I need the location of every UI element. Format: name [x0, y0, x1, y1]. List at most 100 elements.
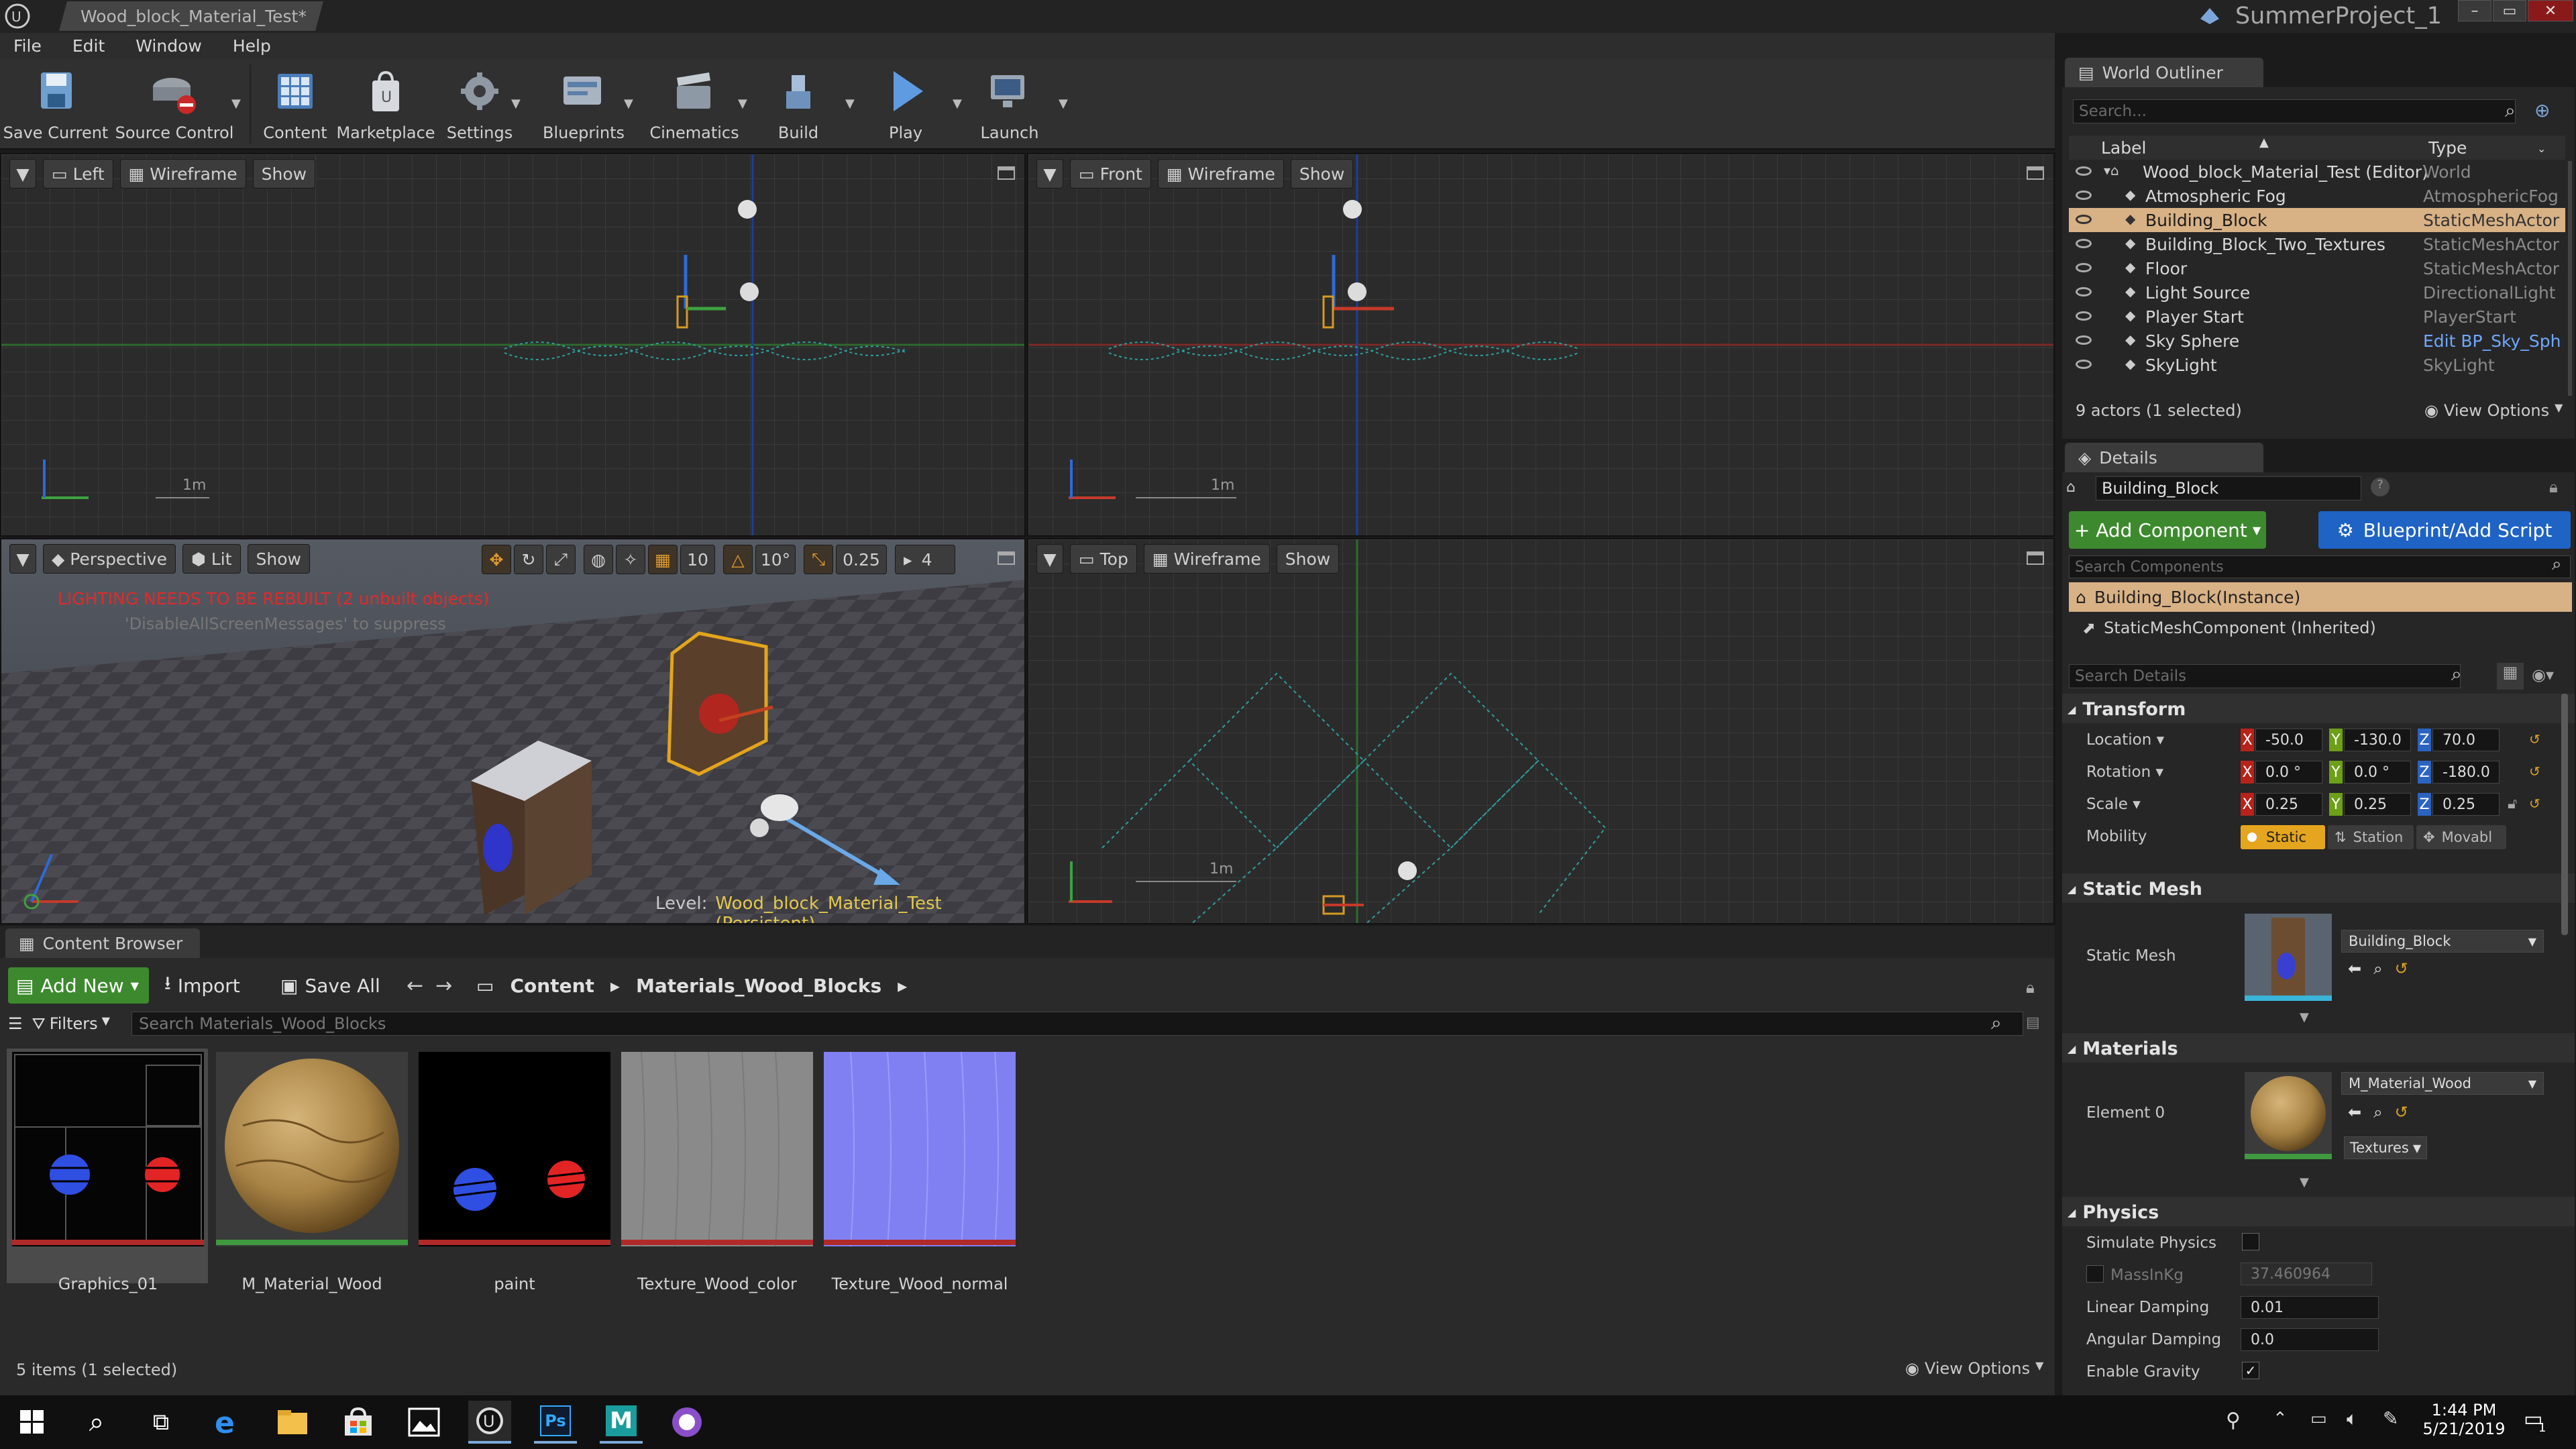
- viewport-options-button[interactable]: ▼: [9, 159, 36, 189]
- view-mode-button[interactable]: ▦ Wireframe: [119, 159, 246, 189]
- visibility-eye-icon[interactable]: [2076, 360, 2092, 369]
- viewport-perspective[interactable]: ▼ ◆ Perspective ⬢ Lit Show ✥ ↻ ⤢ ◍ ✧ ▦ 10 …: [0, 538, 1026, 924]
- show-button[interactable]: Show: [1290, 159, 1354, 189]
- content-view-options-button[interactable]: ◉ View Options ▼: [1905, 1359, 2043, 1378]
- people-icon[interactable]: ⚲: [2226, 1409, 2241, 1432]
- marketplace-button[interactable]: U Marketplace: [336, 64, 435, 145]
- search-icon[interactable]: ⌕: [2552, 554, 2562, 575]
- visibility-options-icon[interactable]: ◉▾: [2532, 665, 2554, 684]
- scale-snap-value[interactable]: 0.25: [836, 545, 887, 574]
- viewport-options-button[interactable]: ▼: [1036, 544, 1063, 574]
- view-type-button[interactable]: ▭ Left: [43, 159, 113, 189]
- outliner-row[interactable]: ◆ Player Start PlayerStart: [2069, 305, 2565, 329]
- material-thumbnail[interactable]: [2245, 1072, 2332, 1159]
- use-selected-arrow-icon[interactable]: ⬅: [2348, 1103, 2361, 1122]
- volume-icon[interactable]: 🔈︎: [2347, 1407, 2358, 1430]
- content-button[interactable]: Content: [255, 64, 335, 145]
- scale-x-field[interactable]: 0.25: [2255, 793, 2322, 816]
- show-hidden-icons[interactable]: ⌃: [2273, 1409, 2288, 1429]
- instance-row[interactable]: ⌂ Building_Block(Instance): [2069, 582, 2572, 612]
- close-button[interactable]: ✕: [2528, 0, 2573, 21]
- save-all-button[interactable]: ▣ Save All: [280, 967, 380, 1004]
- scale-mode-icon[interactable]: ⤢: [546, 545, 576, 574]
- material-dropdown[interactable]: M_Material_Wood ▼: [2341, 1072, 2544, 1095]
- pen-ink-icon[interactable]: ✎: [2383, 1407, 2398, 1430]
- save-search-icon[interactable]: ▤: [2026, 1014, 2040, 1031]
- menu-window[interactable]: Window: [136, 36, 202, 56]
- build-button[interactable]: Build: [758, 64, 839, 145]
- scale-y-field[interactable]: 0.25: [2344, 793, 2411, 816]
- static-mesh-thumbnail[interactable]: [2245, 914, 2332, 1001]
- add-new-button[interactable]: ▤ Add New ▼: [8, 967, 149, 1004]
- search-icon[interactable]: ⌕: [2451, 663, 2462, 686]
- surface-snap-icon[interactable]: ✧: [616, 545, 645, 574]
- scale-z-field[interactable]: 0.25: [2432, 793, 2500, 816]
- outliner-row-type[interactable]: Edit BP_Sky_Sph: [2423, 331, 2563, 351]
- outliner-row[interactable]: ▾⌂ Wood_block_Material_Test (Editor) World: [2069, 160, 2565, 184]
- location-x-field[interactable]: -50.0: [2255, 729, 2322, 751]
- rotation-y-field[interactable]: 0.0 °: [2344, 761, 2411, 784]
- rotation-label[interactable]: Rotation ▾: [2086, 763, 2163, 781]
- content-browser-tab[interactable]: ▦ Content Browser: [5, 928, 200, 958]
- static-mesh-header[interactable]: ◢ Static Mesh: [2068, 875, 2202, 903]
- visibility-eye-icon[interactable]: [2076, 215, 2092, 224]
- details-scrollbar[interactable]: [2561, 694, 2568, 935]
- viewport-front[interactable]: 1m ▼ ▭ Front ▦ Wireframe Show: [1027, 153, 2055, 537]
- rotation-x-field[interactable]: 0.0 °: [2255, 761, 2322, 784]
- location-label[interactable]: Location ▾: [2086, 731, 2164, 749]
- maximize-viewport-icon[interactable]: [2027, 551, 2044, 565]
- outliner-row[interactable]: ◆ Building_Block StaticMeshActor: [2069, 208, 2565, 232]
- outliner-scrollbar[interactable]: [2568, 161, 2572, 396]
- blueprint-add-script-button[interactable]: ⚙ Blueprint/Add Script: [2318, 511, 2571, 549]
- maximize-viewport-icon[interactable]: [998, 551, 1015, 565]
- location-z-field[interactable]: 70.0: [2432, 729, 2500, 751]
- property-matrix-icon[interactable]: ▦: [2497, 663, 2524, 690]
- breadcrumb-content[interactable]: Content: [510, 975, 594, 997]
- launch-dropdown-icon[interactable]: ▼: [1059, 97, 1068, 111]
- visibility-eye-icon[interactable]: [2076, 191, 2092, 200]
- world-outliner-tab[interactable]: ▤ World Outliner: [2065, 58, 2263, 87]
- show-button[interactable]: Show: [247, 544, 311, 574]
- rotation-snap-value[interactable]: 10°: [755, 545, 796, 574]
- show-button[interactable]: Show: [1276, 544, 1340, 574]
- filters-button[interactable]: ⛛ Filters ▼: [32, 1014, 110, 1033]
- use-selected-arrow-icon[interactable]: ⬅: [2348, 959, 2361, 978]
- world-space-icon[interactable]: ◍: [584, 545, 613, 574]
- details-tab[interactable]: ◈ Details: [2065, 443, 2263, 472]
- browse-asset-icon[interactable]: ⌕: [2373, 1103, 2382, 1122]
- outliner-row[interactable]: ◆ Sky Sphere Edit BP_Sky_Sph: [2069, 329, 2565, 353]
- reset-rotation-icon[interactable]: ↺: [2529, 763, 2540, 780]
- settings-dropdown-icon[interactable]: ▼: [511, 97, 521, 111]
- expand-arrow-icon[interactable]: ▼: [2300, 1175, 2309, 1189]
- cinematics-dropdown-icon[interactable]: ▼: [738, 97, 747, 111]
- column-type[interactable]: Type: [2428, 138, 2467, 158]
- github-desktop-icon[interactable]: [665, 1401, 708, 1444]
- translate-mode-icon[interactable]: ✥: [482, 545, 511, 574]
- help-icon[interactable]: ?: [2371, 478, 2390, 496]
- menu-edit[interactable]: Edit: [72, 36, 105, 56]
- reset-location-icon[interactable]: ↺: [2529, 731, 2540, 747]
- file-explorer-icon[interactable]: [271, 1401, 314, 1444]
- view-mode-button[interactable]: ⬢ Lit: [182, 544, 241, 574]
- location-y-field[interactable]: -130.0: [2344, 729, 2411, 751]
- viewport-options-button[interactable]: ▼: [9, 544, 36, 574]
- blueprints-dropdown-icon[interactable]: ▼: [624, 97, 633, 111]
- camera-speed-button[interactable]: ▸ 4: [895, 545, 955, 574]
- grid-snap-value[interactable]: 10: [680, 545, 715, 574]
- asset-search-input[interactable]: Search Materials_Wood_Blocks: [131, 1012, 2023, 1036]
- play-dropdown-icon[interactable]: ▼: [953, 97, 962, 111]
- task-view-icon[interactable]: ⧉: [140, 1401, 182, 1444]
- maximize-viewport-icon[interactable]: [2027, 166, 2044, 180]
- enable-gravity-checkbox[interactable]: ✓: [2242, 1362, 2259, 1379]
- view-mode-button[interactable]: ▦ Wireframe: [1157, 159, 1284, 189]
- rotation-snap-icon[interactable]: △: [723, 545, 753, 574]
- add-actor-icon[interactable]: ⊕: [2534, 99, 2550, 121]
- breadcrumb-folder[interactable]: Materials_Wood_Blocks: [636, 975, 881, 997]
- viewport-top[interactable]: 1m ▼ ▭ Top ▦ Wireframe Show: [1027, 538, 2055, 924]
- asset-graphics-01[interactable]: Graphics_01: [12, 1052, 204, 1293]
- browse-asset-icon[interactable]: ⌕: [2373, 959, 2382, 978]
- search-details-input[interactable]: Search Details: [2069, 664, 2461, 688]
- asset-texture-wood-color[interactable]: Texture_Wood_color: [621, 1051, 813, 1293]
- asset-paint[interactable]: paint: [419, 1052, 610, 1293]
- menu-file[interactable]: File: [13, 36, 42, 56]
